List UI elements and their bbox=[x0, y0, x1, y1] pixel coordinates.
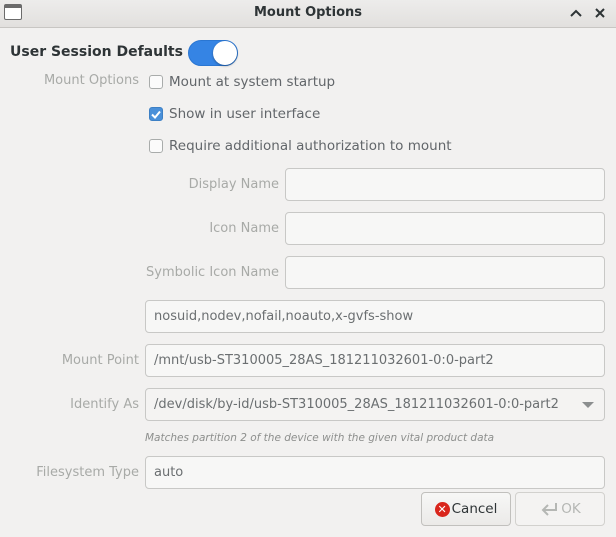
checkbox-show-in-ui[interactable] bbox=[149, 107, 163, 121]
filesystem-type-label: Filesystem Type bbox=[36, 465, 139, 480]
mount-options-label: Mount Options bbox=[43, 73, 139, 88]
display-name-input[interactable] bbox=[285, 168, 605, 201]
dropdown-arrow-icon bbox=[582, 402, 594, 408]
mount-options-input[interactable]: nosuid,nodev,nofail,noauto,x-gvfs-show bbox=[145, 300, 605, 333]
mount-at-startup-check[interactable]: Mount at system startup bbox=[149, 74, 335, 90]
identify-as-value: /dev/disk/by-id/usb-ST310005_28AS_181211… bbox=[154, 397, 559, 412]
cancel-icon: ✕ bbox=[434, 501, 450, 517]
require-auth-label: Require additional authorization to moun… bbox=[169, 138, 452, 154]
icon-name-input[interactable] bbox=[285, 212, 605, 245]
session-defaults-label: User Session Defaults bbox=[10, 44, 183, 60]
identify-as-dropdown[interactable]: /dev/disk/by-id/usb-ST310005_28AS_181211… bbox=[145, 388, 605, 421]
close-icon[interactable] bbox=[590, 3, 610, 23]
show-in-ui-label: Show in user interface bbox=[169, 106, 321, 122]
filesystem-type-input[interactable]: auto bbox=[145, 456, 605, 489]
mount-at-startup-label: Mount at system startup bbox=[169, 74, 336, 90]
mount-point-label: Mount Point bbox=[61, 353, 139, 368]
chevron-up-icon[interactable] bbox=[566, 3, 586, 23]
ok-label: OK bbox=[561, 501, 581, 517]
show-in-ui-check[interactable]: Show in user interface bbox=[149, 106, 320, 122]
identify-as-hint: Matches partition 2 of the device with t… bbox=[145, 432, 495, 444]
title-bar: Mount Options bbox=[0, 0, 616, 28]
symbolic-icon-name-label: Symbolic Icon Name bbox=[146, 265, 279, 280]
toggle-knob bbox=[213, 41, 237, 65]
mount-point-input[interactable]: /mnt/usb-ST310005_28AS_181211032601-0:0-… bbox=[145, 344, 605, 377]
require-auth-check[interactable]: Require additional authorization to moun… bbox=[149, 138, 452, 154]
symbolic-icon-name-input[interactable] bbox=[285, 256, 605, 289]
window-title: Mount Options bbox=[253, 5, 363, 20]
icon-name-label: Icon Name bbox=[209, 221, 279, 236]
ok-button[interactable]: OK bbox=[515, 492, 605, 526]
cancel-button[interactable]: ✕ Cancel bbox=[421, 492, 511, 526]
identify-as-label: Identify As bbox=[70, 397, 139, 412]
checkbox-require-auth[interactable] bbox=[149, 139, 163, 153]
display-name-label: Display Name bbox=[188, 177, 279, 192]
checkmark-icon bbox=[151, 110, 161, 119]
session-defaults-toggle[interactable] bbox=[188, 40, 238, 66]
cancel-label: Cancel bbox=[451, 501, 498, 517]
ok-icon bbox=[539, 501, 559, 517]
checkbox-mount-at-startup[interactable] bbox=[149, 75, 163, 89]
